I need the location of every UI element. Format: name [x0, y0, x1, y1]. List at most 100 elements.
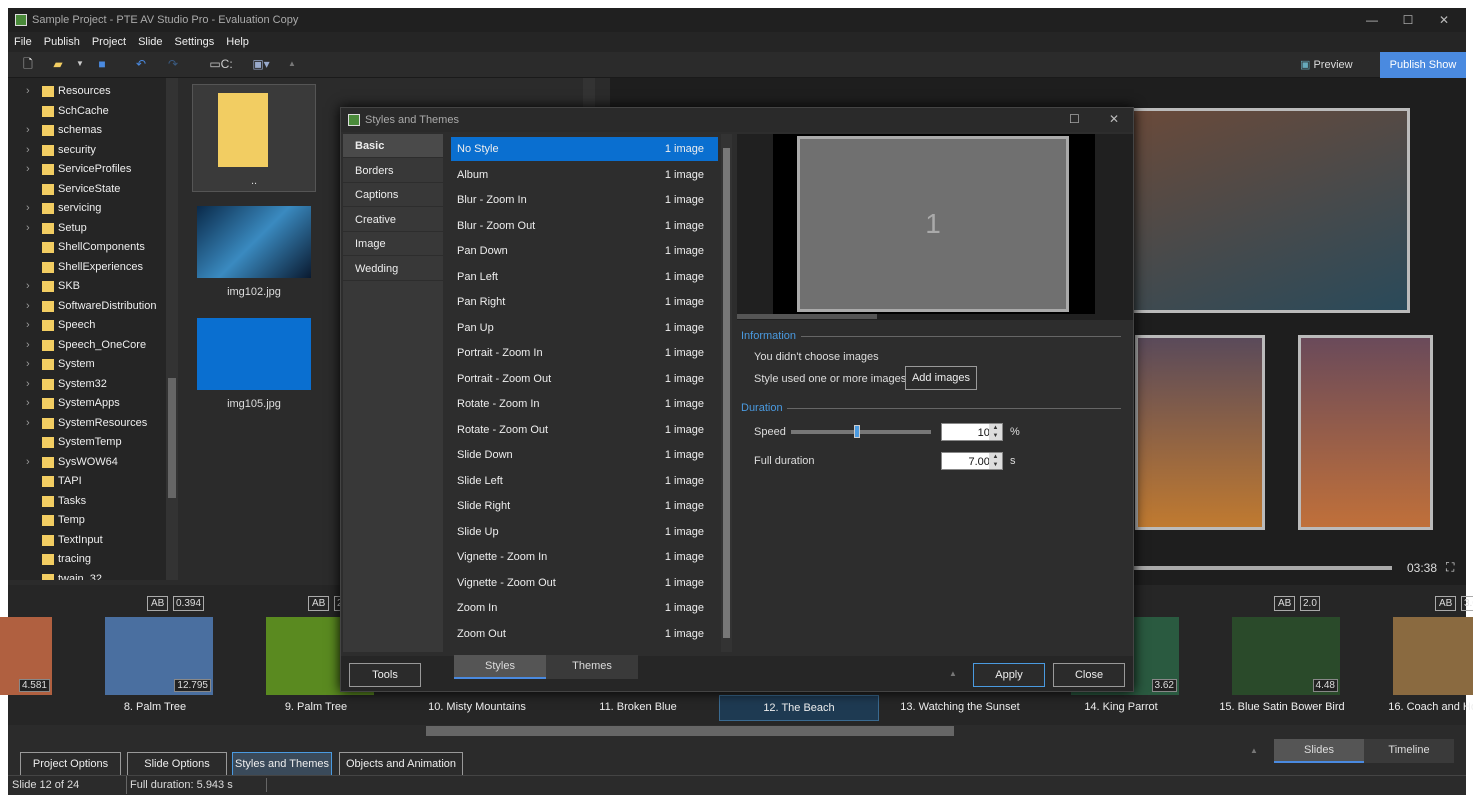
style-item[interactable]: Zoom In 1 image [451, 596, 718, 620]
close-button[interactable]: Close [1053, 663, 1125, 687]
playback-progress[interactable] [1130, 566, 1392, 570]
slide-item[interactable]: AB 0.394 12.795 8. Palm Tree [75, 585, 235, 725]
category-captions[interactable]: Captions [343, 183, 443, 208]
tree-item[interactable]: › System [8, 355, 168, 374]
tree-item[interactable]: › SKB [8, 277, 168, 296]
tab-themes[interactable]: Themes [546, 655, 638, 679]
tree-item[interactable]: › Resources [8, 82, 168, 101]
tree-item[interactable]: › System32 [8, 375, 168, 394]
category-wedding[interactable]: Wedding [343, 257, 443, 281]
add-images-button[interactable]: Add images [905, 366, 977, 390]
tree-item[interactable]: › Speech_OneCore [8, 336, 168, 355]
chevron-right-icon[interactable]: › [26, 375, 30, 394]
tools-button[interactable]: Tools [349, 663, 421, 687]
style-item[interactable]: Zoom Out 1 image [451, 622, 718, 646]
menu-file[interactable]: File [8, 32, 38, 52]
save-icon[interactable]: ■ [94, 56, 110, 72]
tree-item[interactable]: ShellComponents [8, 238, 168, 257]
style-item[interactable]: Pan Left 1 image [451, 265, 718, 289]
category-image[interactable]: Image [343, 232, 443, 257]
tree-item[interactable]: › Speech [8, 316, 168, 335]
slide-item[interactable]: 4.581 el [0, 585, 74, 725]
chevron-right-icon[interactable]: › [26, 277, 30, 296]
chevron-right-icon[interactable]: › [26, 394, 30, 413]
tree-item[interactable]: tracing [8, 550, 168, 569]
up-arrow-icon[interactable]: ▲ [949, 669, 957, 678]
chevron-down-icon[interactable]: ▼ [72, 56, 88, 72]
tree-item[interactable]: › SoftwareDistribution [8, 297, 168, 316]
style-item[interactable]: Vignette - Zoom Out 1 image [451, 571, 718, 595]
drive-selector[interactable]: ▭C: [206, 56, 236, 72]
style-item[interactable]: Slide Up 1 image [451, 520, 718, 544]
chevron-right-icon[interactable]: › [26, 316, 30, 335]
chevron-right-icon[interactable]: › [26, 160, 30, 179]
tab-slides[interactable]: Slides [1274, 739, 1364, 763]
close-window-button[interactable]: ✕ [1426, 8, 1462, 32]
style-item[interactable]: Rotate - Zoom In 1 image [451, 392, 718, 416]
chevron-right-icon[interactable]: › [26, 414, 30, 433]
tree-item[interactable]: › Setup [8, 219, 168, 238]
style-item[interactable]: Blur - Zoom Out 1 image [451, 214, 718, 238]
menu-slide[interactable]: Slide [132, 32, 168, 52]
tree-item[interactable]: SchCache [8, 102, 168, 121]
view-mode-icon[interactable]: ▣▾ [250, 56, 272, 72]
maximize-dialog-button[interactable]: ☐ [1069, 112, 1080, 126]
scroll-thumb[interactable] [168, 378, 176, 498]
tree-item[interactable]: Temp [8, 511, 168, 530]
scroll-thumb[interactable] [426, 726, 954, 736]
tree-item[interactable]: › ServiceProfiles [8, 160, 168, 179]
tree-item[interactable]: TextInput [8, 531, 168, 550]
slider-handle[interactable] [854, 425, 860, 438]
close-dialog-icon[interactable]: ✕ [1109, 112, 1119, 126]
style-item[interactable]: Slide Left 1 image [451, 469, 718, 493]
style-item[interactable]: Slide Down 1 image [451, 443, 718, 467]
tab-timeline[interactable]: Timeline [1364, 739, 1454, 763]
file-name[interactable]: img102.jpg [192, 286, 316, 298]
style-item[interactable]: No Style 1 image [451, 137, 718, 161]
style-item[interactable]: Pan Down 1 image [451, 239, 718, 263]
style-item[interactable]: Portrait - Zoom In 1 image [451, 341, 718, 365]
open-folder-icon[interactable]: ▰ [50, 56, 66, 72]
tree-item[interactable]: ShellExperiences [8, 258, 168, 277]
project-options-button[interactable]: Project Options [20, 752, 121, 776]
speed-stepper[interactable]: ▲ ▼ [989, 424, 1002, 440]
chevron-right-icon[interactable]: › [26, 141, 30, 160]
style-item[interactable]: Vignette - Zoom In 1 image [451, 545, 718, 569]
undo-icon[interactable]: ↶ [133, 56, 149, 72]
chevron-right-icon[interactable]: › [26, 199, 30, 218]
style-item[interactable]: Slide Right 1 image [451, 494, 718, 518]
duration-stepper[interactable]: ▲ ▼ [989, 453, 1002, 469]
tree-item[interactable]: ServiceState [8, 180, 168, 199]
new-file-icon[interactable]: 🗋 [20, 56, 36, 72]
tree-item[interactable]: twain_32 [8, 570, 168, 580]
chevron-right-icon[interactable]: › [26, 453, 30, 472]
minimize-button[interactable]: — [1354, 8, 1390, 32]
styles-and-themes-button[interactable]: Styles and Themes [232, 752, 332, 776]
style-item[interactable]: Portrait - Zoom Out 1 image [451, 367, 718, 391]
style-item[interactable]: Album 1 image [451, 163, 718, 187]
chevron-right-icon[interactable]: › [26, 82, 30, 101]
style-item[interactable]: Blur - Zoom In 1 image [451, 188, 718, 212]
file-name[interactable]: img105.jpg [192, 398, 316, 410]
tree-item[interactable]: › schemas [8, 121, 168, 140]
image-thumbnail[interactable] [197, 318, 311, 390]
slide-item[interactable]: AB 2.0 4.48 15. Blue Satin Bower Bird [1202, 585, 1362, 725]
scroll-thumb[interactable] [723, 148, 730, 638]
redo-icon[interactable]: ↷ [165, 56, 181, 72]
tree-item[interactable]: Tasks [8, 492, 168, 511]
chevron-right-icon[interactable]: › [26, 219, 30, 238]
tree-item[interactable]: TAPI [8, 472, 168, 491]
chevron-right-icon[interactable]: › [26, 355, 30, 374]
tree-item[interactable]: › security [8, 141, 168, 160]
style-item[interactable]: Rotate - Zoom Out 1 image [451, 418, 718, 442]
tree-item[interactable]: › servicing [8, 199, 168, 218]
fullscreen-icon[interactable]: ⛶ [1446, 560, 1454, 575]
style-item[interactable]: Pan Up 1 image [451, 316, 718, 340]
speed-slider[interactable] [791, 425, 931, 438]
menu-publish[interactable]: Publish [38, 32, 86, 52]
apply-button[interactable]: Apply [973, 663, 1045, 687]
style-item[interactable]: Pan Right 1 image [451, 290, 718, 314]
slide-item[interactable]: AB 3.011 16. Coach and Horses [1363, 585, 1473, 725]
objects-and-animation-button[interactable]: Objects and Animation [339, 752, 463, 776]
publish-show-button[interactable]: Publish Show [1380, 52, 1466, 78]
